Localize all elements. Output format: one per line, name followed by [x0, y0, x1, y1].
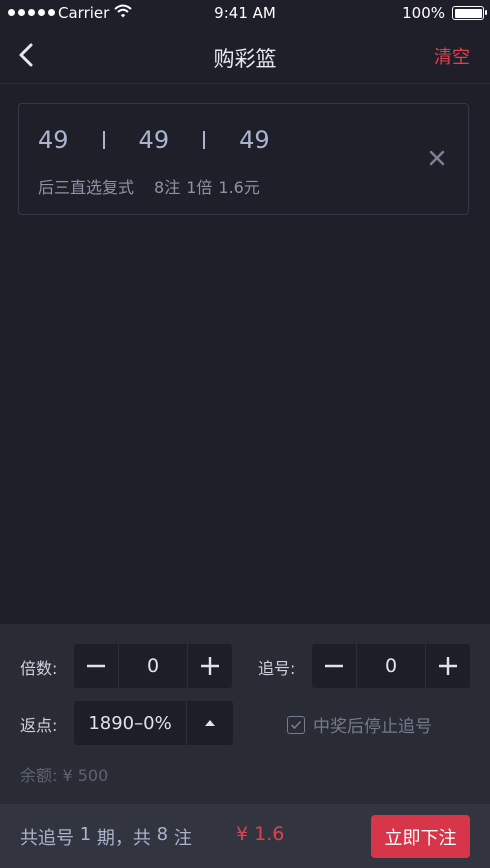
minus-icon — [87, 664, 105, 668]
bet-number: 49 — [38, 126, 69, 154]
play-type: 后三直选复式 — [38, 178, 135, 197]
rebate-toggle-button[interactable] — [187, 701, 233, 745]
plus-icon — [201, 657, 219, 675]
caret-up-icon — [205, 720, 215, 726]
battery-percent: 100% — [402, 4, 445, 22]
multiple-increase-button[interactable] — [188, 644, 232, 688]
number-divider — [102, 131, 105, 149]
chase-increase-button[interactable] — [426, 644, 470, 688]
rebate-select[interactable]: 1890–0% — [74, 701, 233, 745]
rebate-label: 返点: — [20, 716, 58, 735]
bet-number: 49 — [239, 126, 270, 154]
chase-input[interactable]: 0 — [356, 644, 426, 688]
number-divider — [203, 131, 206, 149]
battery-icon — [452, 6, 487, 20]
bet-amount: 1.6元 — [218, 178, 260, 197]
stop-on-win-checkbox[interactable]: 中奖后停止追号 — [287, 712, 432, 737]
plus-icon — [439, 657, 457, 675]
rebate-value: 1890–0% — [74, 701, 187, 745]
summary-suffix: 注 — [168, 828, 192, 849]
nav-bar: 购彩篮 清空 — [0, 26, 490, 84]
bet-total-count: 8 — [156, 824, 169, 845]
checkbox-icon — [287, 715, 305, 734]
minus-icon — [325, 664, 343, 668]
summary-mid: 期，共 — [91, 828, 157, 849]
chase-stepper: 0 — [312, 644, 470, 688]
bet-settings-panel: 倍数: 0 追号: 0 返点: 1890–0% 中奖后停止追号 余额: ¥ 50… — [0, 624, 490, 804]
chase-periods: 1 — [79, 824, 92, 845]
bet-details: 后三直选复式 8注 1倍 1.6元 — [38, 174, 260, 198]
multiple-input[interactable]: 0 — [118, 644, 188, 688]
stop-on-win-label: 中奖后停止追号 — [313, 717, 432, 737]
balance-text: 余额: ¥ 500 — [20, 766, 109, 785]
order-summary: 共追号 1 期，共 8 注 — [20, 824, 192, 850]
total-amount: ¥ 1.6 — [236, 823, 285, 845]
summary-prefix: 共追号 — [20, 828, 80, 849]
close-icon[interactable] — [428, 149, 446, 167]
multiple-label: 倍数: — [20, 659, 58, 678]
bet-numbers: 49 49 49 — [38, 126, 270, 154]
place-bet-button[interactable]: 立即下注 — [371, 815, 470, 858]
page-title: 购彩篮 — [213, 47, 277, 71]
multiple-stepper: 0 — [74, 644, 232, 688]
bet-item-card: 49 49 49 后三直选复式 8注 1倍 1.6元 — [18, 103, 469, 215]
bet-count: 8注 — [154, 178, 181, 197]
chase-label: 追号: — [258, 659, 296, 678]
footer-bar: 共追号 1 期，共 8 注 ¥ 1.6 立即下注 — [0, 804, 490, 868]
clear-button[interactable]: 清空 — [434, 43, 470, 69]
bet-multiple: 1倍 — [186, 178, 213, 197]
status-bar: Carrier 9:41 AM 100% — [0, 0, 490, 26]
chase-decrease-button[interactable] — [312, 644, 356, 688]
multiple-decrease-button[interactable] — [74, 644, 118, 688]
bet-number: 49 — [138, 126, 170, 154]
